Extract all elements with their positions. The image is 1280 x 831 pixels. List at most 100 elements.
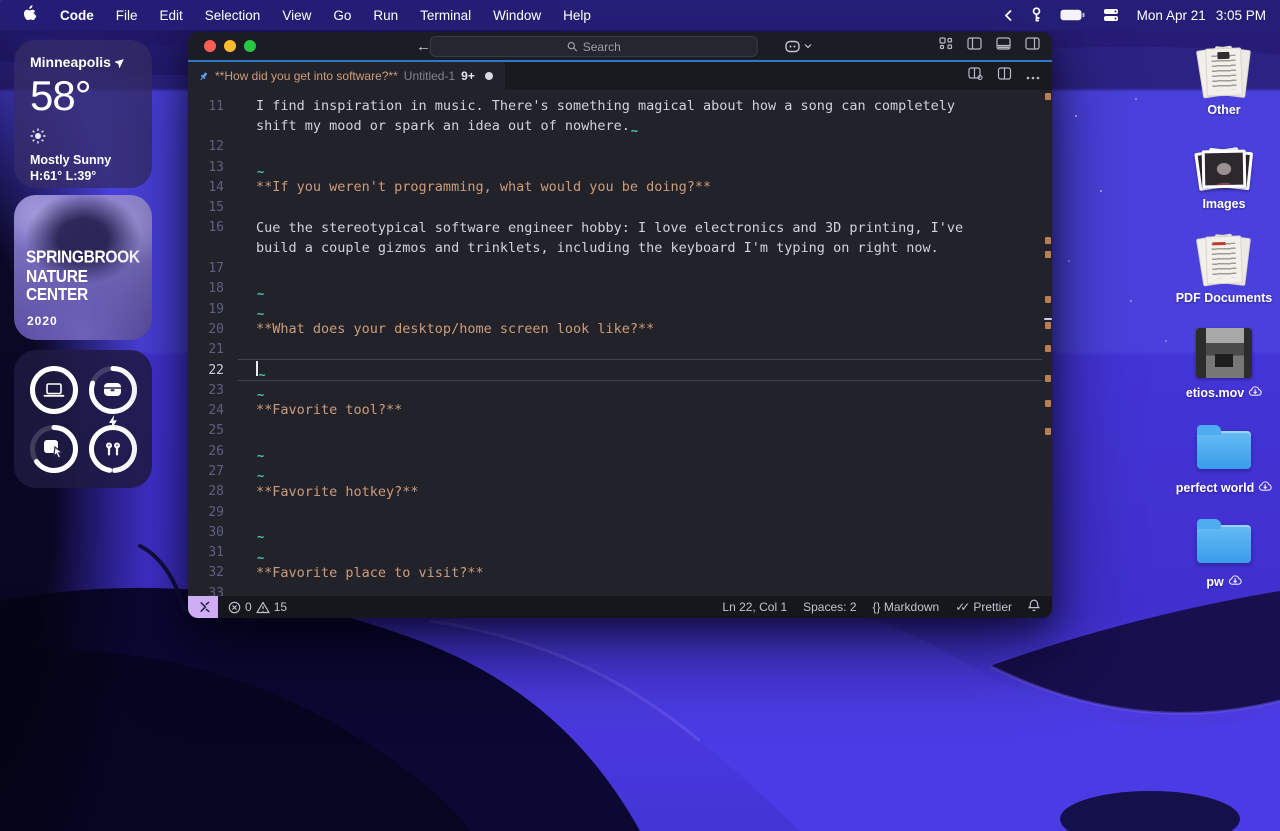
desktop-stack-other[interactable]: Other: [1169, 40, 1279, 117]
tab-modified-dot[interactable]: [485, 72, 493, 80]
toggle-panel-bottom-button[interactable]: [996, 37, 1011, 55]
command-center-search[interactable]: Search: [430, 36, 758, 57]
menu-item-selection[interactable]: Selection: [194, 0, 272, 30]
editor-line-16-2[interactable]: build a couple gizmos and trinklets, inc…: [188, 238, 1042, 258]
editor-line-11-2[interactable]: shift my mood or spark an idea out of no…: [188, 116, 1042, 136]
toggle-panel-right-button[interactable]: [1025, 37, 1040, 55]
menu-item-edit[interactable]: Edit: [149, 0, 194, 30]
battery-icon[interactable]: [1060, 9, 1085, 21]
menu-item-run[interactable]: Run: [362, 0, 409, 30]
line-content: **Favorite tool?**: [238, 400, 1042, 420]
weather-high-low: H:61° L:39°: [30, 169, 136, 183]
status-ln-22-col-1[interactable]: Ln 22, Col 1: [722, 600, 787, 614]
editor-line-12[interactable]: 12: [188, 137, 1042, 157]
ruler-warning-mark: [1045, 428, 1051, 435]
toggle-layout-grid-button[interactable]: [939, 37, 953, 55]
editor-line-29[interactable]: 29: [188, 502, 1042, 522]
menu-item-view[interactable]: View: [271, 0, 322, 30]
editor-line-21[interactable]: 21: [188, 340, 1042, 360]
line-number: 29: [188, 505, 238, 520]
overview-ruler[interactable]: [1043, 90, 1052, 596]
status-prettier[interactable]: ✓✓Prettier: [955, 600, 1012, 614]
editor-line-20[interactable]: 20**What does your desktop/home screen l…: [188, 319, 1042, 339]
editor-line-19[interactable]: 19~: [188, 299, 1042, 319]
menu-item-help[interactable]: Help: [552, 0, 602, 30]
problems-status[interactable]: 0 15: [228, 600, 287, 614]
battery-ring-macbook: [24, 360, 83, 419]
weather-temperature: 58°: [30, 72, 136, 120]
editor-line-33[interactable]: 33: [188, 583, 1042, 596]
toggle-panel-left-button[interactable]: [967, 37, 982, 55]
status--markdown[interactable]: {} Markdown: [873, 600, 940, 614]
editor-line-17[interactable]: 17: [188, 258, 1042, 278]
desktop-stack-perfect-world[interactable]: perfect world: [1169, 417, 1279, 495]
charging-bolt-icon: [108, 415, 118, 434]
photo-image: [1205, 153, 1244, 186]
ruler-warning-mark: [1044, 318, 1052, 320]
window-title-bar[interactable]: ← → Search: [188, 32, 1052, 62]
weather-widget[interactable]: Minneapolis 58° Mostly Sunny H:61° L:39°: [14, 40, 152, 188]
stack-label-text: perfect world: [1176, 481, 1255, 495]
editor-line-13[interactable]: 13~: [188, 157, 1042, 177]
paper: [1205, 47, 1243, 96]
status-bell[interactable]: [1028, 599, 1040, 615]
editor-line-25[interactable]: 25: [188, 421, 1042, 441]
menu-item-go[interactable]: Go: [322, 0, 362, 30]
chevron-left-icon[interactable]: [1004, 9, 1013, 22]
batteries-widget[interactable]: [14, 350, 152, 488]
minimize-button[interactable]: [224, 40, 236, 52]
markdown-bold-text: **What does your desktop/home screen loo…: [256, 321, 654, 337]
status-spaces-2[interactable]: Spaces: 2: [803, 600, 856, 614]
editor-line-31[interactable]: 31~: [188, 543, 1042, 563]
desktop-stack-etios-mov[interactable]: etios.mov: [1169, 322, 1279, 400]
line-number: 31: [188, 545, 238, 560]
search-placeholder: Search: [583, 40, 621, 54]
apple-menu[interactable]: [14, 5, 49, 25]
editor-line-30[interactable]: 30~: [188, 522, 1042, 542]
menu-item-terminal[interactable]: Terminal: [409, 0, 482, 30]
line-number: 18: [188, 281, 238, 296]
open-split-editor-alt-button[interactable]: [968, 67, 983, 85]
desktop-stack-pdf-documents[interactable]: PDF Documents: [1169, 228, 1279, 305]
text-cursor: [256, 361, 258, 376]
editor-line-27[interactable]: 27~: [188, 461, 1042, 481]
desktop-stack-pw[interactable]: pw: [1169, 511, 1279, 589]
menu-bar-date[interactable]: Mon Apr 21: [1137, 8, 1206, 23]
menu-bar-time[interactable]: 3:05 PM: [1216, 8, 1266, 23]
search-icon: [567, 41, 578, 52]
menu-item-file[interactable]: File: [105, 0, 149, 30]
editor-line-11-1[interactable]: 11I find inspiration in music. There's s…: [188, 96, 1042, 116]
editor-line-32[interactable]: 32**Favorite place to visit?**: [188, 563, 1042, 583]
navigate-back-button[interactable]: ←: [416, 38, 431, 55]
editor-area[interactable]: 11I find inspiration in music. There's s…: [188, 90, 1052, 596]
desktop-stack-images[interactable]: Images: [1169, 134, 1279, 211]
key-icon[interactable]: [1031, 7, 1042, 23]
tab-untitled-1[interactable]: **How did you get into software?** Untit…: [188, 62, 505, 90]
editor-line-16-1[interactable]: 16Cue the stereotypical software enginee…: [188, 218, 1042, 238]
copilot-button[interactable]: [785, 40, 812, 53]
photos-widget[interactable]: Springbrook Nature Center 2020: [14, 195, 152, 340]
editor-line-14[interactable]: 14**If you weren't programming, what wou…: [188, 177, 1042, 197]
status-bar: 0 15 Ln 22, Col 1 Spaces: 2 {} Markdown ✓✓P…: [188, 596, 1052, 618]
editor-line-28[interactable]: 28**Favorite hotkey?**: [188, 482, 1042, 502]
markdown-bold-text: **Favorite hotkey?**: [256, 484, 419, 500]
editor-line-18[interactable]: 18~: [188, 279, 1042, 299]
open-split-editor-button[interactable]: [997, 67, 1012, 85]
photo-title: Springbrook Nature Center: [26, 248, 152, 306]
editor-line-23[interactable]: 23~: [188, 380, 1042, 400]
remote-indicator-button[interactable]: [188, 596, 218, 618]
close-button[interactable]: [204, 40, 216, 52]
more-actions-button[interactable]: [1026, 67, 1040, 85]
editor-line-26[interactable]: 26~: [188, 441, 1042, 461]
editor-line-22[interactable]: 22~: [188, 360, 1042, 380]
menu-item-window[interactable]: Window: [482, 0, 552, 30]
display-mirroring-icon[interactable]: [1103, 8, 1119, 22]
editor-line-15[interactable]: 15: [188, 197, 1042, 217]
editor-line-24[interactable]: 24**Favorite tool?**: [188, 400, 1042, 420]
chevron-down-icon: [804, 42, 812, 50]
line-number: 14: [188, 180, 238, 195]
line-content: build a couple gizmos and trinklets, inc…: [238, 238, 1042, 258]
zoom-button[interactable]: [244, 40, 256, 52]
ruler-warning-mark: [1045, 322, 1051, 329]
menu-item-code[interactable]: Code: [49, 0, 105, 30]
